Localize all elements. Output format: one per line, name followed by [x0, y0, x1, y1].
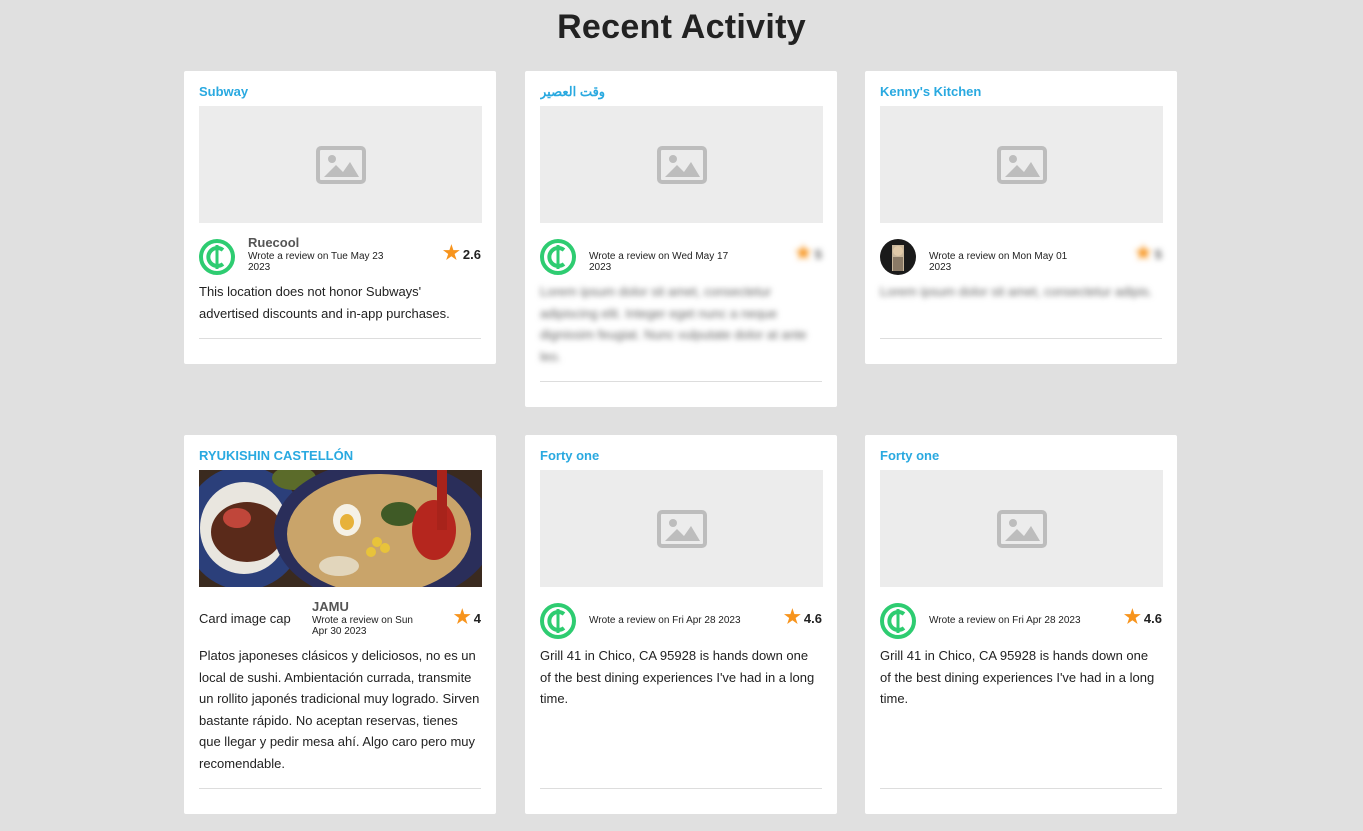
divider — [540, 788, 822, 789]
rating-value: 4.6 — [1143, 610, 1162, 626]
page-title: Recent Activity — [557, 8, 806, 46]
review-meta: Wrote a review on Wed May 17 2023 ★ 5 — [540, 233, 822, 281]
divider — [540, 381, 822, 382]
restaurant-link[interactable]: Subway — [199, 84, 481, 106]
rating: ★ 2.6 — [442, 243, 481, 264]
review-date: Wrote a review on Wed May 17 2023 — [589, 251, 729, 273]
star-icon: ★ — [442, 243, 460, 264]
avatar-logo-icon[interactable] — [880, 603, 916, 639]
rating: ★ 5 — [1134, 243, 1162, 264]
rating-value: 5 — [814, 246, 822, 262]
star-icon: ★ — [1123, 607, 1141, 628]
restaurant-link[interactable]: RYUKISHIN CASTELLÓN — [199, 448, 481, 470]
image-placeholder — [540, 470, 823, 587]
image-placeholder-icon — [996, 509, 1047, 548]
activity-card: Subway Ruecool Wrote a review on Tue May… — [184, 71, 496, 364]
reviewer-name[interactable]: Ruecool — [248, 235, 299, 250]
image-placeholder-icon — [315, 145, 366, 184]
review-date: Wrote a review on Tue May 23 2023 — [248, 251, 384, 273]
image-placeholder-icon — [996, 145, 1047, 184]
review-meta: Card image cap JAMU Wrote a review on Su… — [199, 597, 481, 645]
image-alt-text: Card image cap — [199, 611, 291, 626]
divider — [199, 338, 481, 339]
avatar-logo-icon[interactable] — [540, 603, 576, 639]
divider — [880, 338, 1162, 339]
review-text: Grill 41 in Chico, CA 95928 is hands dow… — [540, 648, 815, 706]
divider — [880, 788, 1162, 789]
review-meta: Ruecool Wrote a review on Tue May 23 202… — [199, 233, 481, 281]
star-icon: ★ — [453, 607, 471, 628]
rating-value: 4 — [473, 610, 481, 626]
restaurant-link[interactable]: Kenny's Kitchen — [880, 84, 1162, 106]
star-icon: ★ — [783, 607, 801, 628]
review-date: Wrote a review on Sun Apr 30 2023 — [312, 615, 413, 637]
review-text: Lorem ipsum dolor sit amet, consectetur … — [540, 284, 807, 364]
review-text: Lorem ipsum dolor sit amet, consectetur … — [880, 284, 1153, 299]
ramen-photo-image — [199, 470, 482, 587]
review-meta: Wrote a review on Fri Apr 28 2023 ★ 4.6 — [540, 597, 822, 645]
activity-card: RYUKISHIN CASTELLÓN Card image cap JAMU … — [184, 435, 496, 814]
image-placeholder-icon — [656, 145, 707, 184]
reviewer-name[interactable]: JAMU — [312, 599, 349, 614]
star-icon: ★ — [794, 243, 812, 264]
food-photo — [199, 470, 482, 587]
review-text: Grill 41 in Chico, CA 95928 is hands dow… — [880, 648, 1155, 706]
avatar-logo-icon[interactable] — [199, 239, 235, 275]
review-date: Wrote a review on Fri Apr 28 2023 — [589, 615, 741, 626]
image-placeholder — [880, 470, 1163, 587]
restaurant-link[interactable]: Forty one — [880, 448, 1162, 470]
avatar-logo-icon[interactable] — [540, 239, 576, 275]
review-text: This location does not honor Subways' ad… — [199, 284, 450, 321]
rating: ★ 5 — [794, 243, 822, 264]
rating: ★ 4.6 — [783, 607, 822, 628]
review-date: Wrote a review on Mon May 01 2023 — [929, 251, 1068, 273]
rating-value: 5 — [1154, 246, 1162, 262]
rating-value: 4.6 — [803, 610, 822, 626]
rating: ★ 4 — [453, 607, 481, 628]
rating-value: 2.6 — [462, 246, 481, 262]
avatar-photo[interactable] — [880, 239, 916, 275]
divider — [199, 788, 481, 789]
review-date: Wrote a review on Fri Apr 28 2023 — [929, 615, 1081, 626]
restaurant-link[interactable]: Forty one — [540, 448, 822, 470]
restaurant-link[interactable]: وقت العصير — [540, 84, 822, 106]
activity-card: وقت العصير Wrote a review on Wed May 17 … — [525, 71, 837, 407]
image-placeholder — [880, 106, 1163, 223]
rating: ★ 4.6 — [1123, 607, 1162, 628]
activity-card: Forty one Wrote a review on Fri Apr 28 2… — [525, 435, 837, 814]
activity-card: Forty one Wrote a review on Fri Apr 28 2… — [865, 435, 1177, 814]
activity-card: Kenny's Kitchen Wrote a review on Mon Ma… — [865, 71, 1177, 364]
image-placeholder-icon — [656, 509, 707, 548]
review-text: Platos japoneses clásicos y deliciosos, … — [199, 648, 480, 771]
review-meta: Wrote a review on Mon May 01 2023 ★ 5 — [880, 233, 1162, 281]
image-placeholder — [199, 106, 482, 223]
star-icon: ★ — [1134, 243, 1152, 264]
review-meta: Wrote a review on Fri Apr 28 2023 ★ 4.6 — [880, 597, 1162, 645]
image-placeholder — [540, 106, 823, 223]
